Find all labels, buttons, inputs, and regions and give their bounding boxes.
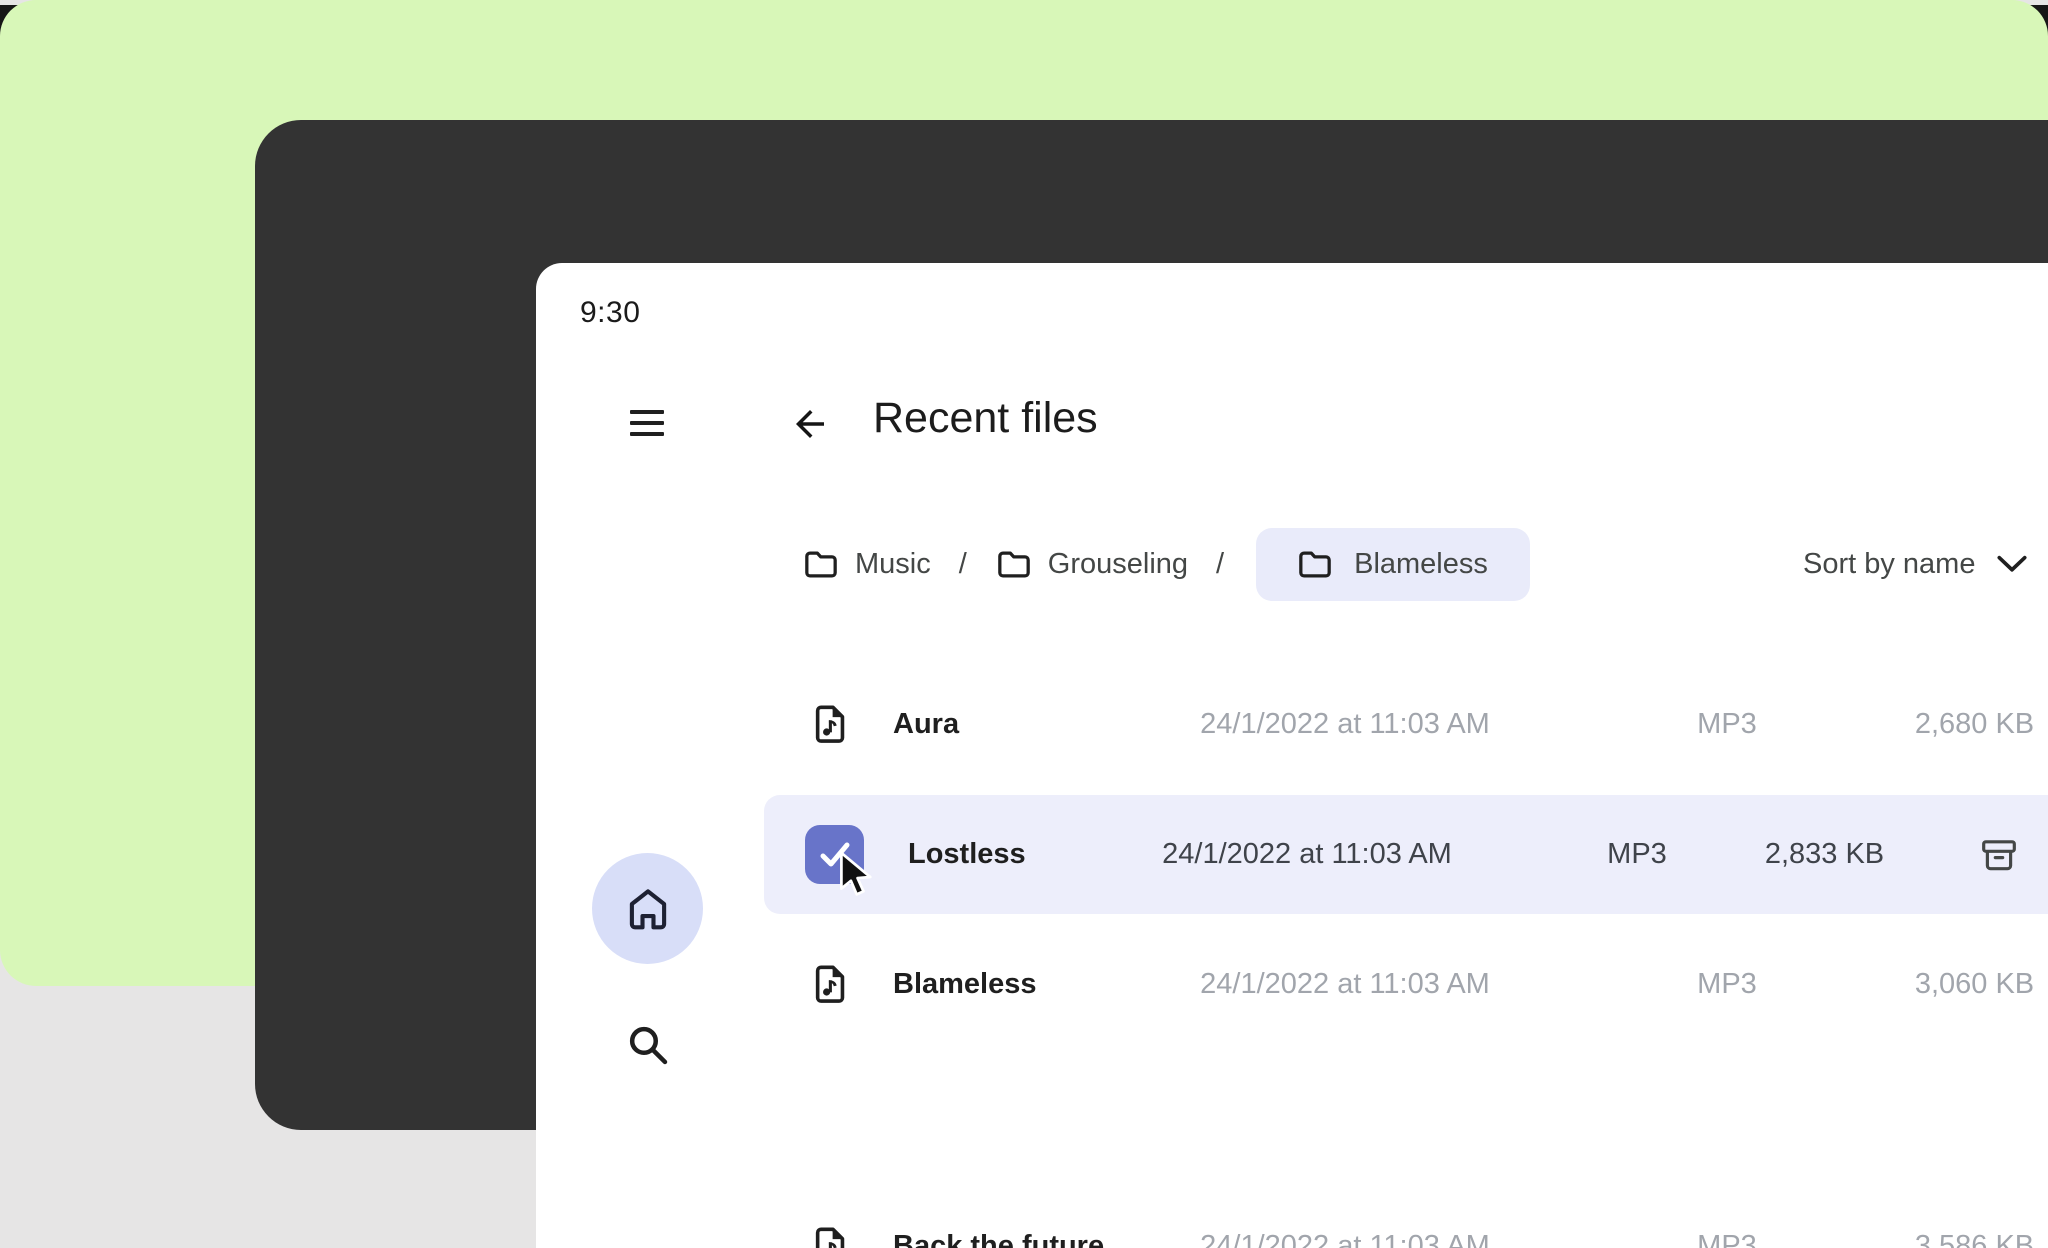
file-type: MP3: [1647, 1180, 1807, 1248]
file-size: 3,060 KB: [1877, 918, 2048, 1050]
archive-icon: [1980, 836, 2018, 874]
toolbar: Sort by name: [1803, 520, 2048, 608]
row-checkbox-checked[interactable]: [805, 825, 864, 884]
folder-icon: [997, 550, 1031, 579]
nav-home-button[interactable]: [592, 853, 703, 964]
tablet-frame: 9:30 Recent files Music / Grouseling: [255, 120, 2048, 1130]
audio-file-icon: [815, 1180, 849, 1248]
menu-button[interactable]: [630, 410, 664, 436]
archive-button[interactable]: [1979, 795, 2019, 914]
breadcrumb-label: Music: [855, 548, 931, 581]
check-icon: [817, 840, 853, 870]
file-row[interactable]: Back the future 24/1/2022 at 11:03 AM MP…: [536, 1180, 2048, 1248]
tablet-screen: 9:30 Recent files Music / Grouseling: [536, 263, 2048, 1248]
page-title: Recent files: [873, 387, 1098, 449]
folder-icon: [1298, 550, 1332, 579]
file-name: Blameless: [893, 918, 1037, 1050]
file-type: MP3: [1557, 795, 1717, 914]
file-name: Back the future: [893, 1180, 1104, 1248]
status-bar-time: 9:30: [580, 293, 640, 333]
chevron-down-icon[interactable]: [1997, 555, 2027, 573]
breadcrumb-label: Blameless: [1354, 548, 1488, 581]
file-row[interactable]: Blameless 24/1/2022 at 11:03 AM MP3 3,06…: [536, 918, 2048, 1050]
folder-icon: [804, 550, 838, 579]
file-row[interactable]: Aura 24/1/2022 at 11:03 AM MP3 2,680 KB: [536, 658, 2048, 790]
mockup-canvas: 9:30 Recent files Music / Grouseling: [0, 0, 2048, 986]
audio-file-icon: [815, 658, 849, 790]
file-type: MP3: [1647, 918, 1807, 1050]
breadcrumb-label: Grouseling: [1048, 548, 1188, 581]
breadcrumb-item-blameless-current[interactable]: Blameless: [1256, 528, 1530, 601]
file-name: Aura: [893, 658, 959, 790]
search-button[interactable]: [627, 1024, 669, 1066]
file-date: 24/1/2022 at 11:03 AM: [1190, 918, 1500, 1050]
sort-button-label[interactable]: Sort by name: [1803, 548, 1975, 581]
file-date: 24/1/2022 at 11:03 AM: [1190, 658, 1500, 790]
file-date: 24/1/2022 at 11:03 AM: [1190, 1180, 1500, 1248]
audio-file-icon: [815, 918, 849, 1050]
file-size: 2,833 KB: [1727, 795, 1922, 914]
file-row-selected[interactable]: Lostless 24/1/2022 at 11:03 AM MP3 2,833…: [764, 795, 2048, 914]
file-size: 2,680 KB: [1877, 658, 2048, 790]
back-arrow-icon: [789, 403, 831, 445]
breadcrumb-separator: /: [959, 548, 967, 581]
breadcrumb: Music / Grouseling / Blameless: [804, 528, 1530, 601]
breadcrumb-item-grouseling[interactable]: Grouseling: [997, 548, 1188, 581]
back-button[interactable]: [789, 403, 831, 445]
file-name: Lostless: [908, 795, 1026, 914]
file-size: 3,586 KB: [1877, 1180, 2048, 1248]
file-date: 24/1/2022 at 11:03 AM: [1152, 795, 1462, 914]
breadcrumb-separator: /: [1216, 548, 1224, 581]
search-icon: [632, 1029, 665, 1062]
home-icon: [624, 886, 672, 931]
file-type: MP3: [1647, 658, 1807, 790]
breadcrumb-item-music[interactable]: Music: [804, 548, 931, 581]
